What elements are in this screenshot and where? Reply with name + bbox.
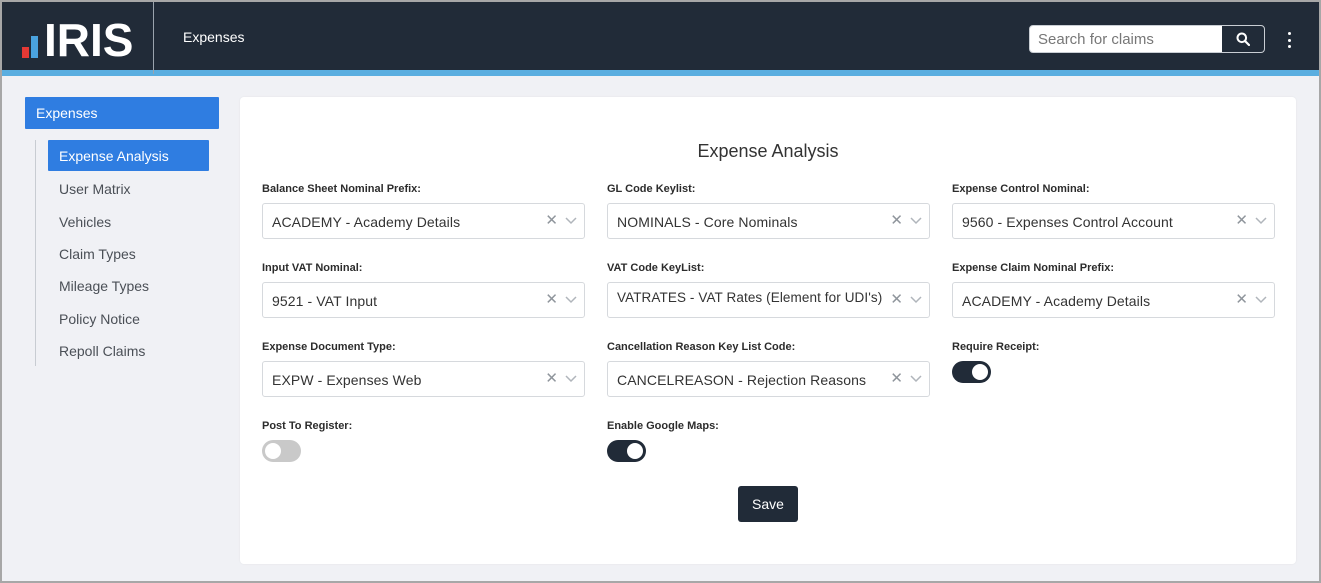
- sidebar-item-claim-types[interactable]: Claim Types: [48, 238, 209, 269]
- select-value: CANCELREASON - Rejection Reasons: [617, 372, 867, 388]
- google-maps-toggle[interactable]: [607, 440, 646, 462]
- app-header: IRIS Expenses: [0, 0, 1321, 76]
- search-input[interactable]: [1030, 26, 1224, 52]
- clear-icon[interactable]: ✕: [890, 371, 903, 387]
- clear-icon[interactable]: ✕: [890, 213, 903, 229]
- app-title: Expenses: [183, 29, 245, 45]
- select-value: ACADEMY - Academy Details: [272, 214, 461, 230]
- logo-text: IRIS: [44, 14, 134, 66]
- balance-sheet-select[interactable]: ACADEMY - Academy Details ✕: [262, 203, 585, 239]
- cancellation-reason-label: Cancellation Reason Key List Code:: [607, 341, 796, 353]
- chevron-down-icon[interactable]: [909, 214, 923, 228]
- save-button[interactable]: Save: [738, 486, 798, 522]
- clear-icon[interactable]: ✕: [1235, 292, 1248, 308]
- clear-icon[interactable]: ✕: [545, 213, 558, 229]
- select-value: ACADEMY - Academy Details: [962, 293, 1151, 309]
- input-vat-select[interactable]: 9521 - VAT Input ✕: [262, 282, 585, 318]
- vat-code-select[interactable]: VATRATES - VAT Rates (Element for UDI's)…: [607, 282, 930, 318]
- require-receipt-label: Require Receipt:: [952, 341, 1040, 353]
- chevron-down-icon[interactable]: [564, 214, 578, 228]
- sidebar-nav: Expense Analysis User Matrix Vehicles Cl…: [35, 140, 215, 366]
- sidebar-item-mileage-types[interactable]: Mileage Types: [48, 270, 209, 301]
- select-value: 9521 - VAT Input: [272, 293, 378, 309]
- search-button[interactable]: [1222, 26, 1264, 52]
- toggle-knob: [265, 443, 281, 459]
- sidebar-header-expenses[interactable]: Expenses: [25, 97, 219, 129]
- gl-code-select[interactable]: NOMINALS - Core Nominals ✕: [607, 203, 930, 239]
- sidebar-item-expense-analysis[interactable]: Expense Analysis: [48, 140, 209, 171]
- toggle-knob: [972, 364, 988, 380]
- cancellation-reason-select[interactable]: CANCELREASON - Rejection Reasons ✕: [607, 361, 930, 397]
- iris-logo[interactable]: IRIS: [2, 2, 154, 74]
- sidebar-item-policy-notice[interactable]: Policy Notice: [48, 303, 209, 334]
- chevron-down-icon[interactable]: [1254, 293, 1268, 307]
- expense-control-label: Expense Control Nominal:: [952, 183, 1090, 195]
- clear-icon[interactable]: ✕: [545, 371, 558, 387]
- chevron-down-icon[interactable]: [909, 372, 923, 386]
- more-vertical-icon[interactable]: [1281, 30, 1297, 50]
- chevron-down-icon[interactable]: [909, 293, 923, 307]
- expense-control-select[interactable]: 9560 - Expenses Control Account ✕: [952, 203, 1275, 239]
- input-vat-label: Input VAT Nominal:: [262, 262, 363, 274]
- select-value: NOMINALS - Core Nominals: [617, 214, 798, 230]
- sidebar-item-repoll-claims[interactable]: Repoll Claims: [48, 335, 209, 366]
- clear-icon[interactable]: ✕: [890, 292, 903, 308]
- clear-icon[interactable]: ✕: [545, 292, 558, 308]
- document-type-select[interactable]: EXPW - Expenses Web ✕: [262, 361, 585, 397]
- require-receipt-toggle[interactable]: [952, 361, 991, 383]
- page-title: Expense Analysis: [697, 141, 839, 161]
- select-value: VATRATES - VAT Rates (Element for UDI's): [617, 290, 883, 305]
- expense-analysis-card: Expense Analysis Balance Sheet Nominal P…: [240, 97, 1296, 564]
- post-to-register-label: Post To Register:: [262, 420, 353, 432]
- select-value: 9560 - Expenses Control Account: [962, 214, 1173, 230]
- expense-claim-label: Expense Claim Nominal Prefix:: [952, 262, 1114, 274]
- google-maps-label: Enable Google Maps:: [607, 420, 719, 432]
- gl-code-label: GL Code Keylist:: [607, 183, 696, 195]
- expense-claim-select[interactable]: ACADEMY - Academy Details ✕: [952, 282, 1275, 318]
- document-type-label: Expense Document Type:: [262, 341, 396, 353]
- chevron-down-icon[interactable]: [564, 372, 578, 386]
- select-value: EXPW - Expenses Web: [272, 372, 422, 388]
- search-icon: [1236, 32, 1250, 46]
- vat-code-label: VAT Code KeyList:: [607, 262, 705, 274]
- sidebar-item-vehicles[interactable]: Vehicles: [48, 206, 209, 237]
- chevron-down-icon[interactable]: [564, 293, 578, 307]
- toggle-knob: [627, 443, 643, 459]
- chevron-down-icon[interactable]: [1254, 214, 1268, 228]
- post-to-register-toggle[interactable]: [262, 440, 301, 462]
- balance-sheet-label: Balance Sheet Nominal Prefix:: [262, 183, 421, 195]
- search-box: [1029, 25, 1265, 53]
- clear-icon[interactable]: ✕: [1235, 213, 1248, 229]
- sidebar-item-user-matrix[interactable]: User Matrix: [48, 173, 209, 204]
